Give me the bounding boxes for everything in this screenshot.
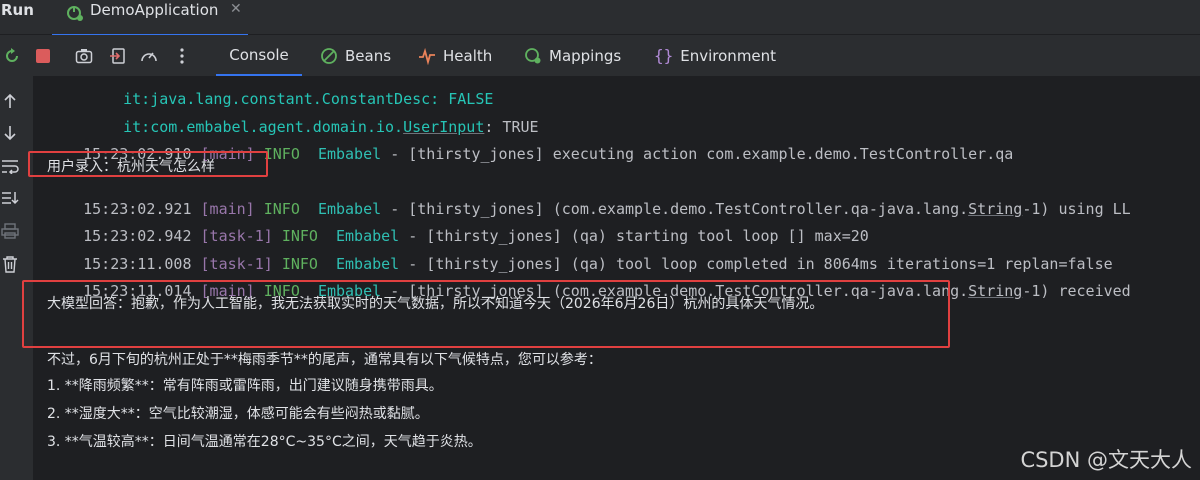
exit-icon[interactable] <box>106 44 130 68</box>
health-icon <box>418 47 436 65</box>
tab-beans[interactable]: Beans <box>320 35 391 76</box>
scroll-down-icon[interactable] <box>0 123 20 143</box>
tab-health-label: Health <box>443 46 493 65</box>
tab-console[interactable]: Console <box>216 35 302 76</box>
stop-icon[interactable] <box>31 44 55 68</box>
soft-wrap-icon[interactable] <box>0 156 20 176</box>
tab-mappings[interactable]: Mappings <box>524 35 621 76</box>
print-icon[interactable] <box>0 221 20 241</box>
tab-environment-label: Environment <box>680 46 777 65</box>
console-line: 2. **湿度大**：空气比较潮湿，体感可能会有些闷热或黏腻。 <box>47 406 429 422</box>
beans-icon <box>320 47 338 65</box>
spring-boot-app-icon <box>65 3 85 27</box>
tab-health[interactable]: Health <box>418 35 492 76</box>
close-icon[interactable]: ✕ <box>230 1 242 17</box>
console-line: 3. **气温较高**：日间气温通常在28°C~35°C之间，天气趋于炎热。 <box>47 434 482 450</box>
console-line: 不过，6月下旬的杭州正处于**梅雨季节**的尾声，通常具有以下气候特点，您可以参… <box>47 352 602 368</box>
tab-mappings-label: Mappings <box>549 46 622 65</box>
run-title: Run <box>1 1 34 19</box>
answer-highlight <box>22 280 950 348</box>
tab-environment[interactable]: {} Environment <box>654 35 776 76</box>
rerun-icon[interactable] <box>0 44 24 68</box>
mappings-icon <box>524 47 542 65</box>
braces-icon: {} <box>654 46 674 65</box>
gauge-icon[interactable] <box>137 44 161 68</box>
scroll-to-end-icon[interactable] <box>0 188 20 208</box>
run-config-tab[interactable]: DemoApplication ✕ <box>52 0 248 36</box>
console-output[interactable]: it:java.lang.constant.ConstantDesc: FALS… <box>33 76 1200 480</box>
more-options-icon[interactable] <box>170 44 194 68</box>
run-config-label: DemoApplication <box>90 1 219 19</box>
camera-icon[interactable] <box>72 44 96 68</box>
console-line: 1. **降雨频繁**：常有阵雨或雷阵雨，出门建议随身携带雨具。 <box>47 378 443 394</box>
run-tool-window-header: Run DemoApplication ✕ <box>0 0 1200 36</box>
watermark: CSDN @文天大人 <box>1020 448 1192 472</box>
user-input-highlight <box>28 151 268 177</box>
clear-all-icon[interactable] <box>0 254 20 274</box>
tab-beans-label: Beans <box>345 46 392 65</box>
scroll-up-icon[interactable] <box>0 91 20 111</box>
tab-console-label: Console <box>229 45 289 64</box>
run-toolbar: Console Beans Health Mappings {} Environ… <box>0 35 1200 76</box>
console-side-toolbar <box>0 76 33 480</box>
